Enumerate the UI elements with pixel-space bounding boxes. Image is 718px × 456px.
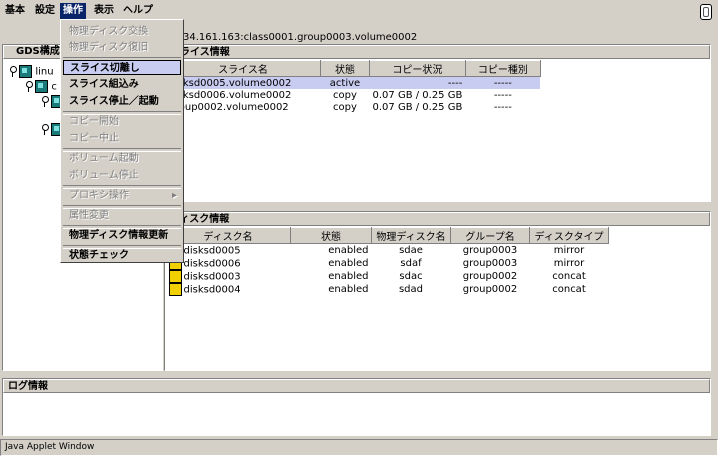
disk-name: disksd0004 [183, 284, 241, 296]
table-row[interactable]: disksd0005.volume0002 active ---- ----- [165, 76, 541, 89]
log-panel-title: ログ情報 [3, 379, 710, 393]
menu-sousa[interactable]: 操作 [60, 3, 86, 19]
cell-status: enabled [328, 258, 369, 269]
menu-kihon[interactable]: 基本 [2, 3, 28, 19]
pin-icon[interactable] [25, 81, 33, 92]
menu-item-volume-stop: ボリューム停止 [69, 170, 139, 181]
col-disk-type[interactable]: ディスクタイプ [529, 227, 609, 244]
table-row[interactable]: disksd0005 enabled sdae group0003 mirror [166, 244, 609, 257]
cell-status: copy [333, 101, 357, 113]
cell-copy-type: ----- [493, 77, 512, 89]
menu-item-copy-cancel: コピー中止 [69, 133, 119, 144]
col-physical-disk[interactable]: 物理ディスク名 [371, 227, 451, 244]
cell-copy-status: 0.07 GB / 0.25 GB [372, 101, 463, 113]
menu-item-attach-slice[interactable]: スライス組込み [63, 77, 181, 92]
menu-hyouji[interactable]: 表示 [91, 3, 117, 19]
slice-panel: スライス情報 スライス名 状態 コピー状況 コピー種別 disksd0005.v… [164, 44, 711, 202]
cell-physical-disk: sdac [399, 271, 423, 282]
operation-dropdown-menu: 物理ディスク交換 物理ディスク復旧 スライス切離し スライス組込み スライス停止… [60, 19, 184, 263]
col-copy-status[interactable]: コピー状況 [369, 60, 466, 77]
pin-icon[interactable] [41, 124, 49, 135]
cell-group: group0002 [462, 271, 518, 282]
cell-disk-name: disksd0005 [166, 244, 291, 257]
menu-item-copy-start: コピー開始 [69, 116, 119, 127]
slice-table: スライス名 状態 コピー状況 コピー種別 disksd0005.volume00… [165, 60, 541, 113]
cell-status: copy [333, 89, 357, 101]
class-icon [35, 80, 49, 93]
menu-item-proxy: プロキシ操作 ▸ [63, 188, 181, 203]
disk-panel: ディスク情報 ディスク名 状態 物理ディスク名 グループ名 ディスクタイプ di… [164, 211, 711, 371]
menu-item-volume-start: ボリューム起動 [69, 153, 139, 164]
menu-item-stop-start-slice[interactable]: スライス停止／起動 [63, 94, 181, 109]
submenu-arrow-icon: ▸ [171, 190, 177, 201]
status-bar: Java Applet Window [0, 439, 718, 456]
cell-slice-name: group0002.volume0002 [168, 101, 289, 113]
cell-copy-status: 0.07 GB / 0.25 GB [372, 89, 463, 101]
cell-type: mirror [553, 245, 585, 256]
cell-copy-type: ----- [493, 101, 512, 113]
menu-item-proxy-label: プロキシ操作 [69, 190, 129, 201]
pin-icon[interactable] [9, 66, 17, 77]
disk-name: disksd0005 [183, 245, 241, 257]
col-copy-type[interactable]: コピー種別 [464, 60, 541, 77]
disk-name: disksd0006 [183, 258, 241, 270]
cell-status: active [329, 77, 361, 89]
cell-group: group0002 [462, 284, 518, 295]
cell-slice-name: disksd0006.volume0002 [168, 89, 292, 101]
tree-node-root[interactable]: linu [9, 65, 54, 79]
pin-icon[interactable] [41, 96, 49, 107]
col-slice-name[interactable]: スライス名 [165, 60, 321, 77]
menu-item-replace-disk: 物理ディスク交換 [69, 26, 149, 37]
menu-item-update-disk-info[interactable]: 物理ディスク情報更新 [63, 228, 181, 243]
cell-type: concat [552, 271, 586, 282]
cell-disk-name: disksd0006 [166, 257, 291, 270]
menu-item-detach-slice[interactable]: スライス切離し [63, 60, 181, 75]
trash-icon[interactable] [700, 4, 712, 20]
col-slice-status[interactable]: 状態 [320, 60, 370, 77]
cell-physical-disk: sdad [398, 284, 424, 295]
disk-icon [168, 270, 182, 283]
slice-panel-title: スライス情報 [165, 45, 710, 59]
cell-status: enabled [328, 271, 369, 282]
col-disk-status[interactable]: 状態 [290, 227, 372, 244]
table-row[interactable]: disksd0003 enabled sdac group0002 concat [166, 270, 609, 283]
col-disk-name[interactable]: ディスク名 [165, 227, 291, 244]
table-row[interactable]: disksd0004 enabled sdad group0002 concat [166, 283, 609, 296]
host-icon [19, 65, 33, 78]
cell-disk-name: disksd0003 [166, 270, 291, 283]
table-row[interactable]: group0002.volume0002 copy 0.07 GB / 0.25… [166, 101, 541, 113]
cell-group: group0003 [462, 258, 518, 269]
disk-name: disksd0003 [183, 271, 241, 283]
menu-settei[interactable]: 設定 [32, 3, 58, 19]
tree-child-label: c [51, 81, 57, 93]
cell-type: concat [552, 284, 586, 295]
menu-help[interactable]: ヘルプ [120, 3, 156, 19]
cell-copy-type: ----- [493, 89, 512, 101]
menu-item-restore-disk: 物理ディスク復旧 [69, 42, 149, 53]
cell-group: group0003 [462, 245, 518, 256]
tree-root-label: linu [35, 66, 54, 78]
tree-node-class[interactable]: c [25, 80, 57, 94]
table-row[interactable]: disksd0006.volume0002 copy 0.07 GB / 0.2… [166, 89, 541, 101]
path-label: 34.161.163:class0001.group0003.volume000… [183, 32, 418, 43]
disk-panel-title: ディスク情報 [165, 212, 710, 226]
disk-table: ディスク名 状態 物理ディスク名 グループ名 ディスクタイプ disksd000… [165, 227, 609, 296]
cell-physical-disk: sdae [399, 245, 423, 256]
menu-item-change-attributes: 属性変更 [69, 210, 109, 221]
table-row[interactable]: disksd0006 enabled sdaf group0003 mirror [166, 257, 609, 270]
cell-type: mirror [553, 258, 585, 269]
col-group-name[interactable]: グループ名 [450, 227, 530, 244]
menu-item-status-check[interactable]: 状態チェック [63, 248, 181, 263]
cell-status: enabled [328, 284, 369, 295]
cell-slice-name: disksd0005.volume0002 [168, 77, 292, 89]
cell-disk-name: disksd0004 [166, 283, 291, 296]
cell-status: enabled [328, 245, 369, 256]
disk-icon [168, 283, 182, 296]
splitter[interactable] [164, 203, 711, 211]
log-panel: ログ情報 [2, 378, 711, 436]
cell-copy-status: ---- [447, 77, 463, 89]
cell-physical-disk: sdaf [400, 258, 422, 269]
